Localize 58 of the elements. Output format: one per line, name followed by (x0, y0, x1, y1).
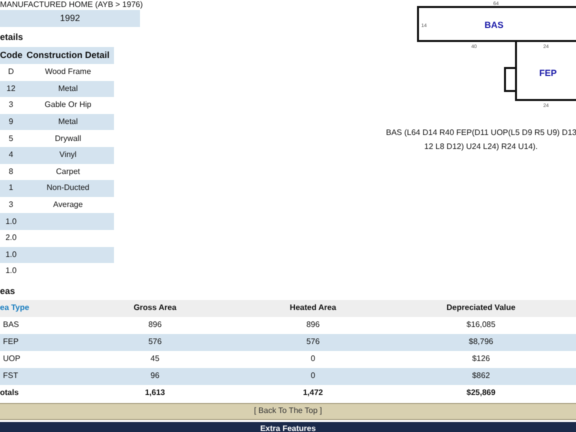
table-cell-text: 3 (8, 199, 14, 212)
column-header: Gross Area (132, 302, 178, 314)
table-cell-text: FST (2, 370, 20, 382)
table-cell-text: 1,472 (302, 387, 324, 400)
table-cell-text: 9 (8, 116, 14, 128)
table-cell-text: UOP (2, 353, 22, 366)
back-to-top-link[interactable]: [ Back To The Top ] (254, 405, 322, 418)
table-cell-text: Gable Or Hip (44, 99, 92, 112)
table-cell-text: Metal (57, 82, 79, 95)
table-cell-text: BAS (2, 319, 20, 332)
area-label: FEP (539, 68, 557, 78)
table-cell-text: 5 (8, 132, 14, 145)
section-header-bar: Extra Features (0, 422, 576, 432)
area-label: BAS (484, 20, 504, 30)
table-cell-text: $16,085 (466, 319, 496, 332)
table-cell-text: 3 (8, 99, 14, 112)
table-cell-text: 1.0 (4, 265, 18, 278)
table-cell-text: $25,869 (466, 387, 496, 400)
table-cell-text: 896 (147, 319, 163, 332)
table-cell-text: 8 (8, 166, 14, 178)
column-header: Depreciated Value (446, 302, 516, 314)
table-cell-text: 1,613 (144, 387, 166, 400)
table-cell-text: 12 (6, 82, 16, 95)
table-cell-text: 45 (150, 353, 160, 366)
column-header: Construction Detail (25, 48, 110, 62)
table-cell-text: 896 (305, 319, 321, 332)
table-cell-text: D (7, 66, 15, 78)
table-cell-text: Average (52, 199, 84, 212)
table-cell-text: 0 (310, 370, 316, 382)
table-cell-text: 1.0 (4, 216, 18, 228)
table-cell-text: 1 (8, 182, 14, 194)
sort-link[interactable]: ea Type (0, 302, 70, 314)
table-cell-text: FEP (2, 336, 20, 348)
section-heading: etails (0, 31, 24, 44)
table-cell-text: Carpet (54, 166, 81, 178)
table-cell-text: 576 (147, 336, 163, 348)
table-cell-text: 2.0 (4, 232, 18, 244)
building-type: MANUFACTURED HOME (AYB > 1976) (0, 0, 140, 10)
table-cell-text: Drywall (54, 132, 82, 145)
table-cell-text: 4 (8, 149, 14, 162)
column-header: Code (0, 48, 22, 62)
table-cell-text: Metal (57, 116, 79, 128)
table-cell-text: 1.0 (4, 248, 18, 261)
table-cell-text: 0 (310, 353, 316, 366)
table-cell-text: 576 (305, 336, 321, 348)
year-built: 1992 (0, 10, 140, 27)
table-cell-text: Non-Ducted (46, 182, 90, 194)
sketch-description: 12 L8 D12) U24 L24) R24 U14). (423, 141, 539, 153)
table-cell-text: $126 (471, 353, 491, 366)
table-cell-text: otals (0, 387, 20, 400)
table-cell-text: $8,796 (468, 336, 494, 348)
table-cell-text: Vinyl (58, 149, 78, 162)
column-header: Heated Area (288, 302, 338, 314)
table-cell-text: $862 (471, 370, 491, 382)
table-cell-text: 96 (150, 370, 160, 382)
sketch-description: BAS (L64 D14 R40 FEP(D11 UOP(L5 D9 R5 U9) D13 (386, 127, 576, 139)
table-cell-text: Wood Frame (44, 66, 92, 78)
section-heading: eas (0, 284, 16, 298)
